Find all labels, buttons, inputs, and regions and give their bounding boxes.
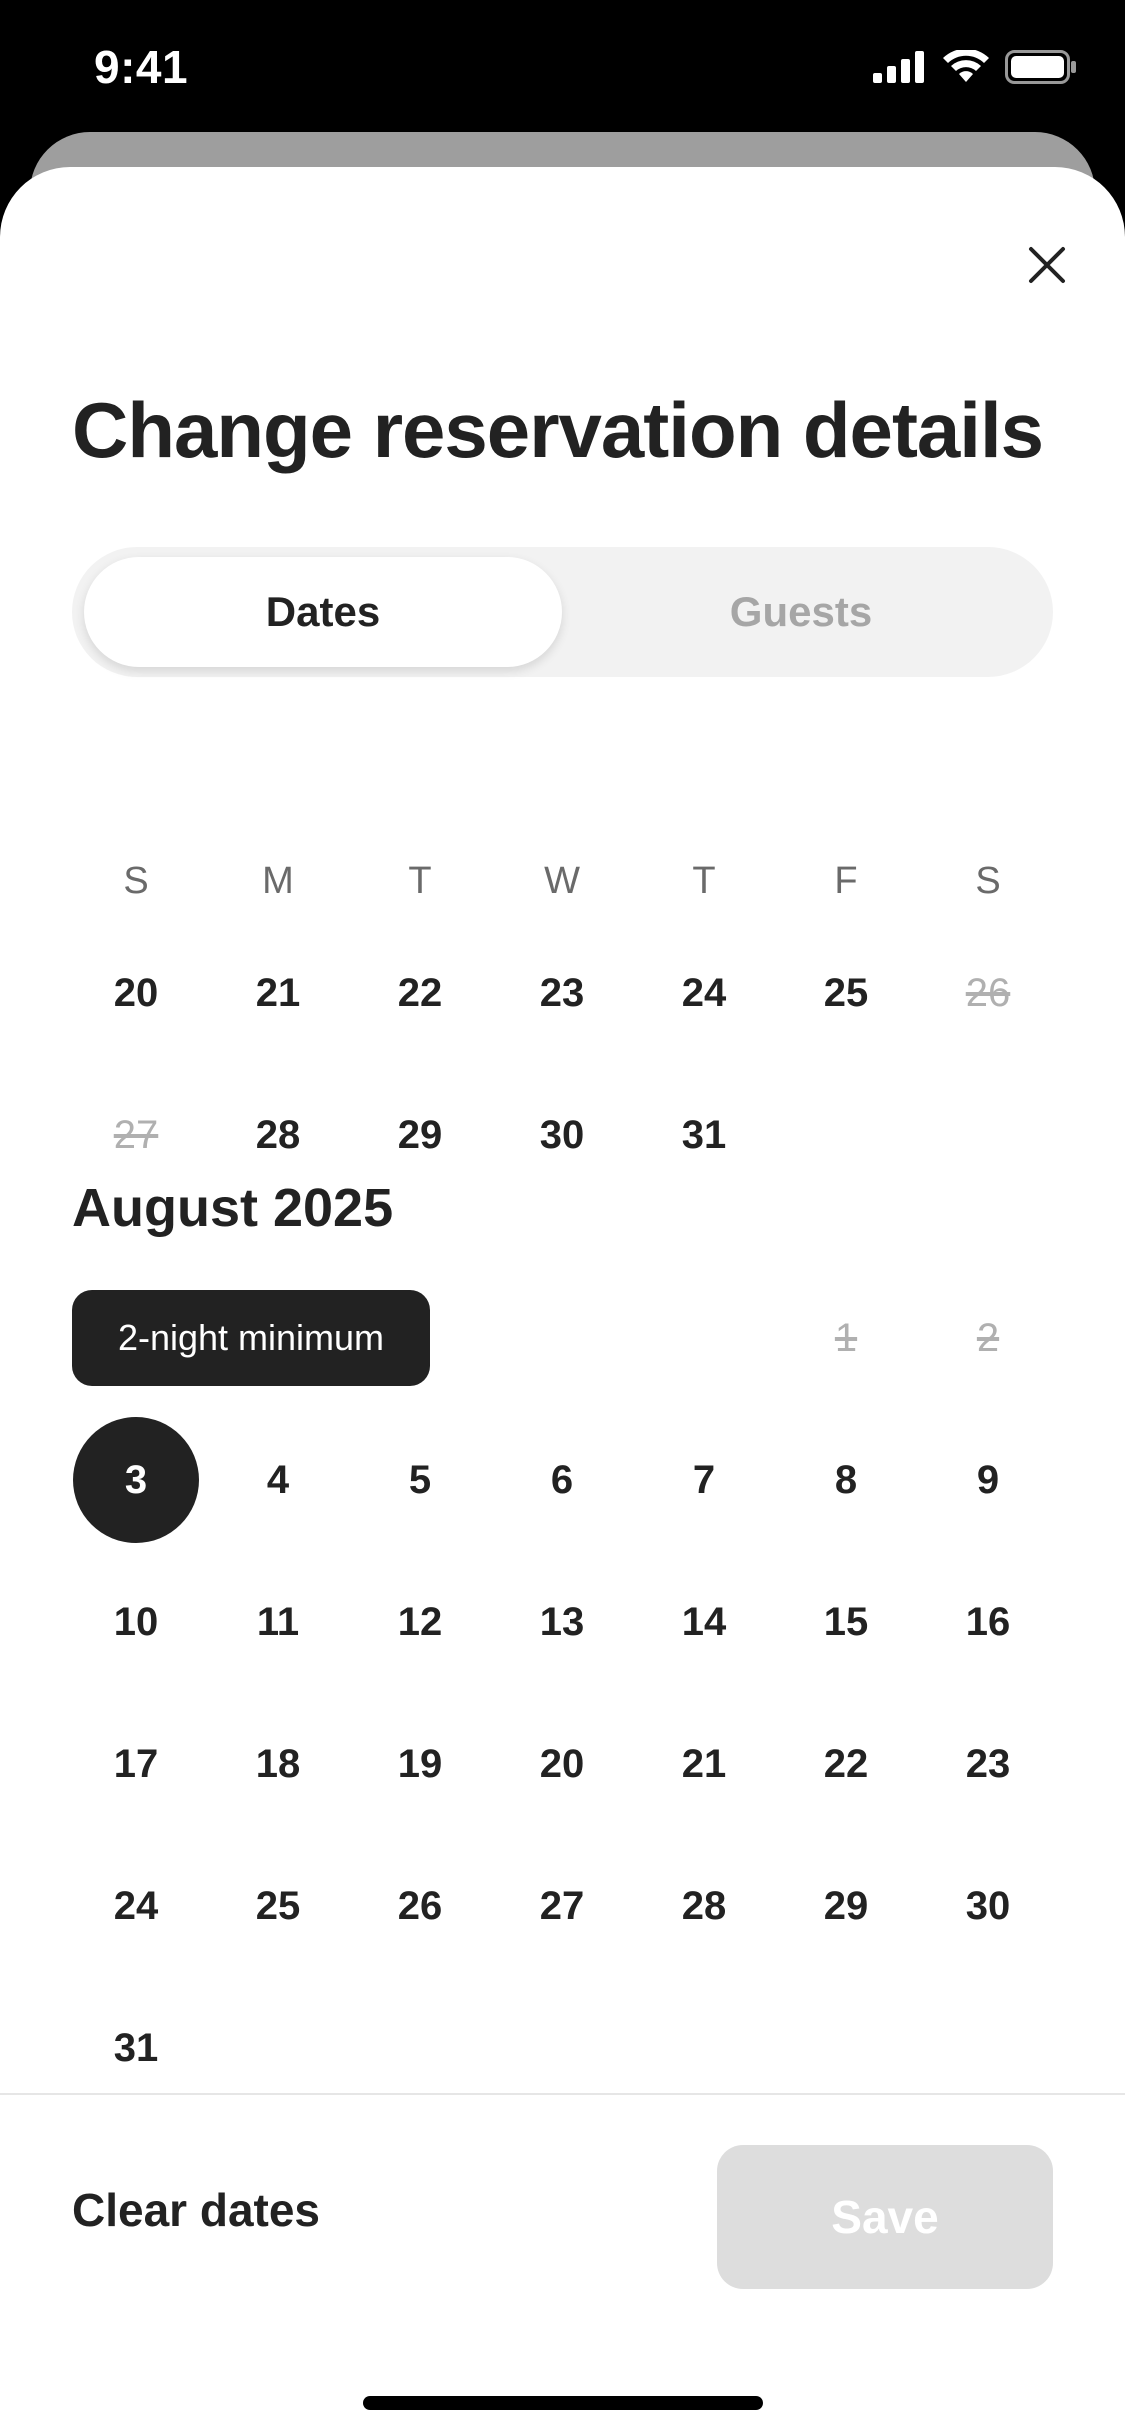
august-week-4: 17 18 19 20 21 22 23 (65, 1699, 1059, 1829)
day-cell[interactable]: 28 (633, 1841, 775, 1971)
weekday-sat: S (975, 859, 1001, 902)
day-cell[interactable]: 6 (491, 1415, 633, 1545)
august-week-3: 10 11 12 13 14 15 16 (65, 1557, 1059, 1687)
day-cell[interactable]: 9 (917, 1415, 1059, 1545)
day-cell[interactable]: 19 (349, 1699, 491, 1829)
page-title: Change reservation details (72, 386, 1044, 474)
day-cell[interactable]: 15 (775, 1557, 917, 1687)
day-cell[interactable]: 23 (917, 1699, 1059, 1829)
day-cell[interactable]: 31 (633, 1070, 775, 1200)
august-week-2: 3 4 5 6 7 8 9 (65, 1415, 1059, 1545)
day-cell[interactable]: 4 (207, 1415, 349, 1545)
clear-dates-button[interactable]: Clear dates (72, 2183, 320, 2237)
day-cell[interactable]: 10 (65, 1557, 207, 1687)
day-cell[interactable]: 24 (65, 1841, 207, 1971)
weekday-mon: M (262, 859, 294, 902)
day-cell[interactable]: 25 (207, 1841, 349, 1971)
july-week-1: 20 21 22 23 24 25 26 (65, 928, 1059, 1058)
weekday-wed: W (544, 859, 580, 902)
day-cell[interactable]: 18 (207, 1699, 349, 1829)
day-cell-selected[interactable]: 3 (65, 1415, 207, 1545)
status-icons (873, 50, 1077, 84)
signal-icon (873, 51, 924, 83)
wifi-icon (943, 50, 989, 82)
status-bar: 9:41 (0, 0, 1125, 135)
weekday-header: S M T W T F S (65, 826, 1059, 936)
day-cell[interactable]: 24 (633, 928, 775, 1058)
day-cell[interactable]: 12 (349, 1557, 491, 1687)
day-cell[interactable]: 27 (491, 1841, 633, 1971)
close-button[interactable] (1015, 233, 1079, 297)
weekday-fri: F (834, 859, 858, 902)
day-cell[interactable]: 30 (917, 1841, 1059, 1971)
month-title-august: August 2025 (72, 1178, 394, 1238)
day-cell[interactable]: 5 (349, 1415, 491, 1545)
weekday-thu: T (692, 859, 716, 902)
day-cell[interactable]: 21 (633, 1699, 775, 1829)
day-cell[interactable]: 23 (491, 928, 633, 1058)
status-time: 9:41 (94, 41, 189, 93)
reservation-sheet: Change reservation details Dates Guests … (0, 167, 1125, 2436)
day-cell[interactable]: 14 (633, 1557, 775, 1687)
day-cell[interactable]: 16 (917, 1557, 1059, 1687)
save-button[interactable]: Save (717, 2145, 1053, 2289)
battery-icon (1005, 50, 1076, 84)
dates-guests-switch: Dates Guests (72, 547, 1053, 677)
day-cell[interactable]: 17 (65, 1699, 207, 1829)
tab-dates[interactable]: Dates (84, 557, 562, 667)
august-week-5: 24 25 26 27 28 29 30 (65, 1841, 1059, 1971)
day-cell[interactable]: 26 (349, 1841, 491, 1971)
weekday-sun: S (123, 859, 149, 902)
day-cell[interactable]: 13 (491, 1557, 633, 1687)
day-cell[interactable]: 20 (491, 1699, 633, 1829)
day-cell[interactable]: 22 (349, 928, 491, 1058)
day-cell[interactable]: 22 (775, 1699, 917, 1829)
footer-bar: Clear dates Save (0, 2093, 1125, 2436)
day-cell-unavailable: 26 (965, 970, 1011, 1015)
day-cell[interactable]: 8 (775, 1415, 917, 1545)
day-cell[interactable]: 11 (207, 1557, 349, 1687)
day-cell[interactable]: 30 (491, 1070, 633, 1200)
tab-guests[interactable]: Guests (562, 557, 1040, 667)
home-indicator (363, 2396, 763, 2410)
minimum-nights-tooltip: 2-night minimum (72, 1290, 430, 1386)
day-cell[interactable]: 29 (775, 1841, 917, 1971)
day-cell[interactable]: 7 (633, 1415, 775, 1545)
day-cell[interactable]: 25 (775, 928, 917, 1058)
day-cell[interactable]: 20 (65, 928, 207, 1058)
day-cell-unavailable: 1 (834, 1315, 858, 1360)
close-icon (1029, 247, 1065, 283)
weekday-tue: T (408, 859, 432, 902)
day-cell[interactable]: 21 (207, 928, 349, 1058)
day-cell-unavailable: 2 (976, 1315, 1000, 1360)
selected-day-circle: 3 (73, 1417, 199, 1543)
